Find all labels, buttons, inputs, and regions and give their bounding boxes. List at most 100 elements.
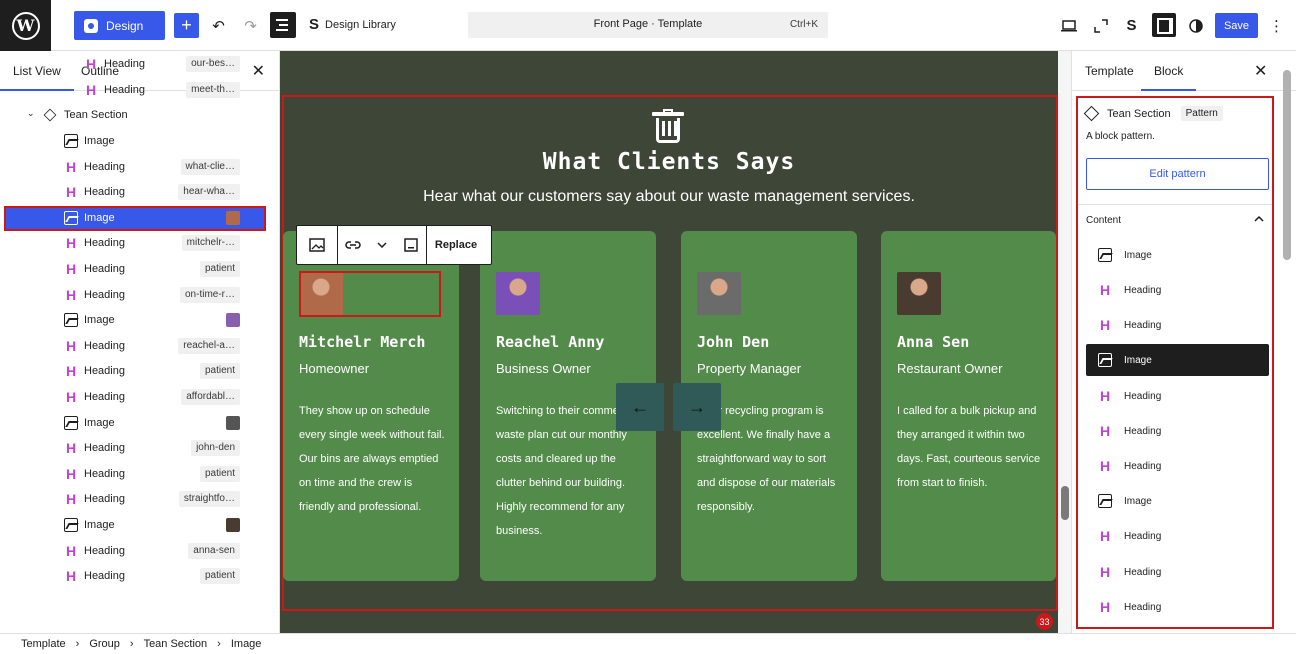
image-block-icon[interactable]: [297, 226, 337, 264]
list-item-label: Heading: [84, 391, 125, 403]
list-item-heading[interactable]: H Heading meet-th…: [0, 78, 279, 103]
fullscreen-icon[interactable]: [1088, 13, 1113, 38]
list-item-heading[interactable]: H Heading hear-wha…: [0, 180, 279, 205]
content-item-image[interactable]: Image: [1086, 485, 1269, 517]
wordpress-logo-button[interactable]: W: [0, 0, 51, 51]
anchor-badge: patient: [199, 363, 240, 379]
list-item-heading[interactable]: H Heading mitchelr-…: [0, 231, 279, 256]
list-item-image[interactable]: Image: [0, 308, 279, 333]
block-inserter-button[interactable]: +: [174, 13, 199, 38]
list-item-image[interactable]: Image: [0, 129, 279, 154]
document-overview-button[interactable]: [270, 12, 296, 38]
design-button[interactable]: Design: [74, 11, 165, 40]
list-item-image[interactable]: Image: [0, 513, 279, 538]
card-quote[interactable]: I called for a bulk pickup and they arra…: [897, 399, 1047, 495]
list-item-heading[interactable]: H Heading what-clie…: [0, 155, 279, 180]
card-quote[interactable]: They show up on schedule every single we…: [299, 399, 449, 519]
list-item-image[interactable]: Image: [4, 206, 266, 231]
styles-contrast-icon[interactable]: [1183, 13, 1208, 38]
close-icon[interactable]: ✕: [1254, 61, 1267, 81]
edit-pattern-button[interactable]: Edit pattern: [1086, 158, 1269, 190]
tab-template[interactable]: Template: [1085, 64, 1134, 78]
content-item-label: Heading: [1124, 390, 1162, 402]
list-item-label: Heading: [84, 340, 125, 352]
card-name[interactable]: John Den: [697, 333, 769, 351]
redo-icon[interactable]: ↷: [238, 13, 263, 38]
card-role[interactable]: Business Owner: [496, 361, 591, 376]
command-palette-bar[interactable]: Front Page · Template Ctrl+K: [468, 12, 828, 38]
content-item-heading[interactable]: H Heading: [1086, 450, 1269, 482]
heading-icon: H: [1099, 564, 1111, 580]
list-item-group[interactable]: ⌄ Tean Section: [0, 103, 279, 128]
options-menu-icon[interactable]: ⋮: [1264, 13, 1289, 38]
breadcrumb-item[interactable]: Image: [231, 638, 262, 650]
list-item-heading[interactable]: H Heading patient: [0, 462, 279, 487]
content-item-heading[interactable]: H Heading: [1086, 274, 1269, 306]
content-item-heading[interactable]: H Heading: [1086, 520, 1269, 552]
list-item-heading[interactable]: H Heading anna-sen: [0, 539, 279, 564]
list-item-heading[interactable]: H Heading john-den: [0, 436, 279, 461]
caption-icon[interactable]: [396, 226, 426, 264]
avatar[interactable]: [697, 272, 741, 315]
card-role[interactable]: Property Manager: [697, 361, 801, 376]
editor-top-bar: W Design + ↶ ↷ S Design Library Front Pa…: [0, 0, 1296, 51]
list-item-heading[interactable]: H Heading reachel-a…: [0, 334, 279, 359]
list-item-heading[interactable]: H Heading patient: [0, 359, 279, 384]
anchor-badge: our-bes…: [186, 56, 240, 72]
list-item-heading[interactable]: H Heading straightfo…: [0, 487, 279, 512]
list-item-heading[interactable]: H Heading our-bes…: [0, 52, 279, 77]
list-item-heading[interactable]: H Heading patient: [0, 257, 279, 282]
save-button[interactable]: Save: [1215, 13, 1258, 38]
list-item-heading[interactable]: H Heading on-time-r…: [0, 283, 279, 308]
testimonial-card[interactable]: Mitchelr Merch Homeowner They show up on s…: [283, 231, 459, 581]
card-name[interactable]: Reachel Anny: [496, 333, 604, 351]
avatar[interactable]: [496, 272, 540, 315]
content-item-heading[interactable]: H Heading: [1086, 415, 1269, 447]
canvas-scrollbar[interactable]: [1058, 51, 1072, 633]
avatar[interactable]: [897, 272, 941, 315]
sidebar-scrollbar[interactable]: [1283, 70, 1291, 260]
chevron-down-icon[interactable]: [368, 226, 396, 264]
device-preview-icon[interactable]: [1056, 13, 1081, 38]
next-arrow-button[interactable]: →: [673, 383, 721, 431]
chevron-down-icon[interactable]: ⌄: [27, 108, 35, 119]
card-role[interactable]: Homeowner: [299, 361, 369, 376]
design-library-button[interactable]: S Design Library: [309, 16, 396, 33]
editor-canvas[interactable]: What Clients Says Hear what our customer…: [280, 51, 1058, 633]
heading-icon: H: [85, 56, 97, 72]
breadcrumb-item[interactable]: Tean Section: [144, 638, 208, 650]
list-item-heading[interactable]: H Heading patient: [0, 564, 279, 589]
anchor-badge: what-clie…: [180, 159, 240, 175]
image-thumbnail: [226, 211, 240, 225]
list-item-heading[interactable]: H Heading affordabl…: [0, 385, 279, 410]
plugin-s-icon[interactable]: S: [1119, 13, 1144, 38]
content-item-heading[interactable]: H Heading: [1086, 309, 1269, 341]
content-item-image[interactable]: Image: [1086, 239, 1269, 271]
prev-arrow-button[interactable]: ←: [616, 383, 664, 431]
settings-sidebar-toggle-icon[interactable]: [1152, 13, 1176, 37]
content-item-image[interactable]: Image: [1086, 344, 1269, 376]
chevron-up-icon[interactable]: [1254, 211, 1264, 225]
section-subtitle[interactable]: Hear what our customers say about our wa…: [280, 188, 1058, 206]
testimonial-card[interactable]: Anna Sen Restaurant Owner I called for a b…: [881, 231, 1056, 581]
content-section-label[interactable]: Content: [1086, 215, 1121, 226]
section-title[interactable]: What Clients Says: [280, 149, 1058, 175]
scrollbar-thumb[interactable]: [1061, 486, 1069, 520]
tab-block[interactable]: Block: [1140, 64, 1197, 91]
card-role[interactable]: Restaurant Owner: [897, 361, 1003, 376]
undo-icon[interactable]: ↶: [206, 13, 231, 38]
link-icon[interactable]: [338, 226, 368, 264]
content-item-heading[interactable]: H Heading: [1086, 591, 1269, 623]
replace-button[interactable]: Replace: [427, 226, 485, 264]
list-item-image[interactable]: Image: [0, 411, 279, 436]
heading-icon: H: [65, 568, 77, 584]
card-name[interactable]: Mitchelr Merch: [299, 333, 425, 351]
heading-icon: H: [1099, 282, 1111, 298]
content-item-heading[interactable]: H Heading: [1086, 556, 1269, 588]
breadcrumb-item[interactable]: Group: [89, 638, 120, 650]
content-item-label: Image: [1124, 354, 1152, 366]
breadcrumb-item[interactable]: Template: [21, 638, 66, 650]
selected-image-outline: [299, 271, 441, 317]
card-name[interactable]: Anna Sen: [897, 333, 969, 351]
content-item-heading[interactable]: H Heading: [1086, 380, 1269, 412]
